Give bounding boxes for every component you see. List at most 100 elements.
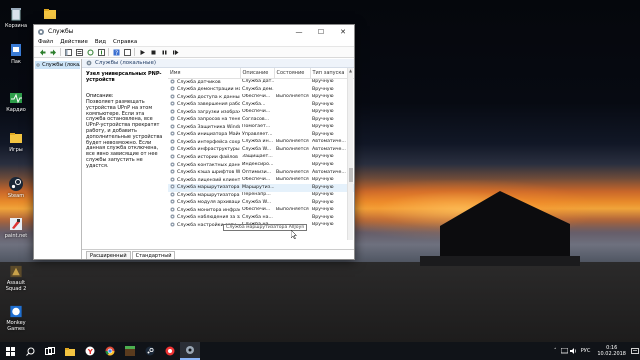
scroll-thumb[interactable] bbox=[349, 168, 353, 182]
restart-service-button[interactable] bbox=[171, 48, 179, 56]
minimize-button[interactable]: — bbox=[288, 25, 310, 38]
service-description-cell-text: Защищает... bbox=[242, 154, 273, 160]
show-hide-button[interactable] bbox=[75, 48, 83, 56]
desktop-icon-games-folder[interactable]: Игры bbox=[2, 128, 30, 158]
service-description-cell-text: Обеспечи... bbox=[242, 109, 271, 115]
service-name-cell: Служба демонстрации маг... bbox=[168, 86, 240, 94]
services-window[interactable]: Службы — ☐ ✕ Файл Действие Вид Справка ? bbox=[33, 24, 355, 260]
desktop-icon-paint-net[interactable]: paint.net bbox=[2, 214, 30, 244]
console-tree-button[interactable] bbox=[64, 48, 72, 56]
service-startup-cell-text: Вручную bbox=[312, 86, 334, 92]
window-titlebar[interactable]: Службы — ☐ ✕ bbox=[34, 25, 354, 38]
service-row[interactable]: Служба контактных данных...Индексиро... В… bbox=[168, 162, 354, 170]
column-name[interactable]: Имя bbox=[168, 68, 241, 79]
service-row[interactable]: Служба лицензий клиента...Обеспечи... Вып… bbox=[168, 177, 354, 185]
tab-extended[interactable]: Расширенный bbox=[86, 251, 131, 259]
service-gear-icon bbox=[170, 109, 175, 114]
taskbar-file-explorer[interactable] bbox=[60, 342, 80, 360]
console-tree-icon bbox=[64, 48, 72, 56]
service-row[interactable]: Служба инфраструктуры ф...Служба W... Вып… bbox=[168, 146, 354, 154]
properties-button[interactable] bbox=[123, 48, 131, 56]
notification-icon bbox=[631, 347, 639, 354]
service-row[interactable]: Служба маршрутизатора AllJoynМаршрутиз..… bbox=[168, 184, 354, 192]
desktop-icon-assault-squad[interactable]: Assault Squad 2 bbox=[2, 262, 30, 292]
service-description-cell: Индексиро... bbox=[240, 162, 274, 170]
service-name-cell-text: Служба доступа к данным... bbox=[177, 94, 240, 100]
service-state-cell bbox=[274, 131, 310, 139]
taskbar-obs[interactable] bbox=[160, 342, 180, 360]
start-service-button[interactable] bbox=[138, 48, 146, 56]
close-button[interactable]: ✕ bbox=[332, 25, 354, 38]
obs-icon bbox=[165, 346, 175, 356]
refresh-button[interactable] bbox=[86, 48, 94, 56]
network-tray[interactable] bbox=[560, 342, 569, 360]
taskbar-yandex[interactable]: Y bbox=[80, 342, 100, 360]
export-button[interactable] bbox=[97, 48, 105, 56]
service-row[interactable]: Служба наблюдения за за... Служба на... Вр… bbox=[168, 214, 354, 222]
taskbar-minecraft[interactable] bbox=[120, 342, 140, 360]
service-gear-icon bbox=[170, 177, 175, 182]
service-row[interactable]: Служба интерфейса сохра...Служба ин...Вы… bbox=[168, 139, 354, 147]
scroll-up-icon[interactable]: ▲ bbox=[348, 68, 353, 74]
menu-action[interactable]: Действие bbox=[60, 39, 88, 45]
pause-service-button[interactable] bbox=[160, 48, 168, 56]
services-icon bbox=[186, 346, 194, 354]
desktop-icon-app[interactable]: Кардио bbox=[2, 88, 30, 118]
desktop-icon-monkey-games[interactable]: Monkey Games bbox=[2, 302, 30, 332]
back-button[interactable] bbox=[38, 48, 46, 56]
tree-item-services-local[interactable]: Службы (локальные) bbox=[35, 61, 80, 69]
desktop-icon-file[interactable]: Пак bbox=[2, 40, 30, 70]
start-button[interactable] bbox=[0, 342, 20, 360]
taskbar-steam[interactable] bbox=[140, 342, 160, 360]
menu-file[interactable]: Файл bbox=[38, 39, 53, 45]
service-gear-icon bbox=[170, 154, 175, 159]
menu-help[interactable]: Справка bbox=[113, 39, 137, 45]
input-language[interactable]: РУС bbox=[581, 348, 591, 354]
search-icon bbox=[25, 347, 34, 356]
taskbar-clock[interactable]: 0:16 10.02.2018 bbox=[597, 345, 626, 357]
service-name-cell-text: Служба наблюдения за за... bbox=[177, 215, 240, 221]
maximize-button[interactable]: ☐ bbox=[310, 25, 332, 38]
list-icon bbox=[75, 48, 83, 56]
action-center-button[interactable] bbox=[630, 342, 640, 360]
vertical-scrollbar[interactable]: ▲ bbox=[347, 68, 353, 240]
service-row[interactable]: Служба инициатора Майк... Управляет... Вру… bbox=[168, 131, 354, 139]
service-row[interactable]: Служба запросов на теневое...Согласов...… bbox=[168, 116, 354, 124]
services-table: Имя Описание Состояние Тип запуска Служб… bbox=[168, 68, 354, 240]
service-row[interactable]: Служба маршрутизатора S...Перенапр... Вру… bbox=[168, 192, 354, 200]
service-row[interactable]: Служба загрузки изображ... Обеспечи... Вру… bbox=[168, 109, 354, 117]
file-explorer-icon bbox=[65, 347, 75, 356]
service-row[interactable]: Служба Защитника Windo... Помогает... Вруч… bbox=[168, 124, 354, 132]
service-row[interactable]: Служба завершения рабо... Служба... Вручну… bbox=[168, 101, 354, 109]
service-row[interactable]: Служба монитора инфраст...Обеспечи... Вып… bbox=[168, 207, 354, 215]
service-description-cell-text: Служба... bbox=[242, 101, 266, 107]
taskbar-services[interactable] bbox=[180, 342, 200, 360]
service-description-cell: Служба... bbox=[240, 101, 274, 109]
search-button[interactable] bbox=[20, 342, 40, 360]
desktop-icon-recycle-bin[interactable]: Корзина bbox=[2, 4, 30, 34]
service-row[interactable]: Служба датчиков Служба дат... Вручную bbox=[168, 78, 354, 86]
help-button[interactable]: ? bbox=[112, 48, 120, 56]
column-state[interactable]: Состояние bbox=[274, 68, 311, 79]
service-state-cell bbox=[274, 184, 310, 192]
forward-button[interactable] bbox=[49, 48, 57, 56]
service-row[interactable]: Служба кэша шрифтов Wi... Оптимизи... Выпо… bbox=[168, 169, 354, 177]
service-description-cell: Перенапр... bbox=[240, 192, 274, 200]
show-hidden-icons[interactable]: ˄ bbox=[551, 342, 560, 360]
task-view-button[interactable] bbox=[40, 342, 60, 360]
menu-view[interactable]: Вид bbox=[95, 39, 106, 45]
service-startup-cell-text: Вручную bbox=[312, 131, 334, 137]
service-row[interactable]: Служба доступа к данным...Обеспечи... Вып… bbox=[168, 94, 354, 102]
desktop-icon-label: Игры bbox=[9, 147, 23, 153]
tab-standard[interactable]: Стандартный bbox=[131, 251, 176, 259]
desktop-icon-steam[interactable]: Steam bbox=[2, 174, 30, 204]
column-description[interactable]: Описание bbox=[240, 68, 275, 79]
volume-tray[interactable] bbox=[569, 342, 578, 360]
service-row[interactable]: Служба демонстрации маг...Служба дем... В… bbox=[168, 86, 354, 94]
service-description-cell: Управляет... bbox=[240, 131, 274, 139]
service-row[interactable]: Служба истории файлов Защищает... Вручную bbox=[168, 154, 354, 162]
service-row[interactable]: Служба модуля архивации...Служба W... Вру… bbox=[168, 199, 354, 207]
stop-service-button[interactable] bbox=[149, 48, 157, 56]
taskbar-chrome[interactable] bbox=[100, 342, 120, 360]
service-gear-icon bbox=[170, 94, 175, 99]
